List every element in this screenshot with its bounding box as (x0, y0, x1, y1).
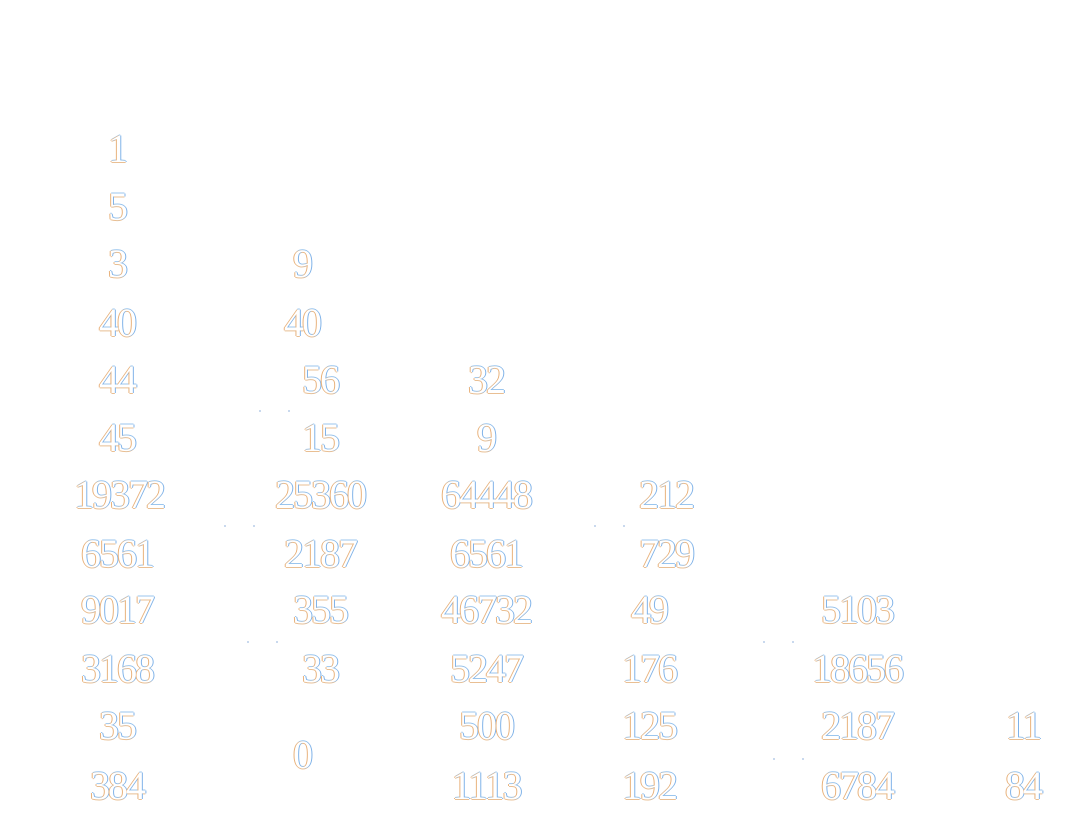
col-5-value-2: 18656 (812, 646, 904, 691)
separator-dot (247, 641, 249, 643)
col-5-value-3: 2187 (821, 703, 895, 748)
col-3-value-1: 32 (468, 357, 506, 402)
col-2-value-7: 355 (293, 587, 349, 632)
col-3-value-5: 46732 (441, 587, 533, 632)
col-1-value-10: 3168 (81, 646, 155, 691)
col-5-value-1: 5103 (821, 587, 895, 632)
col-1-value-7: 19372 (74, 472, 166, 517)
col-4-value-1: 212 (639, 472, 695, 517)
col-5-value-4: 6784 (821, 763, 895, 808)
col-3-value-3: 64448 (441, 472, 533, 517)
col-3-value-4: 6561 (450, 531, 524, 576)
separator-dot (623, 525, 625, 527)
col-4-value-2: 729 (639, 531, 695, 576)
col-1-value-1: 1 (108, 126, 128, 171)
col-1-value-12: 384 (90, 763, 146, 808)
number-canvas: 1 5 3 40 44 45 19372 6561 9017 3168 35 3… (0, 0, 1073, 825)
col-1-value-9: 9017 (81, 587, 155, 632)
col-1-value-5: 44 (99, 357, 137, 402)
col-6-value-1: 11 (1005, 703, 1042, 748)
col-1-value-8: 6561 (81, 531, 155, 576)
col-3-value-7: 500 (459, 703, 515, 748)
col-2-value-6: 2187 (284, 531, 358, 576)
col-2-value-4: 15 (302, 415, 340, 460)
col-4-value-5: 125 (622, 703, 678, 748)
col-1-value-6: 45 (99, 415, 137, 460)
col-1-value-3: 3 (108, 241, 128, 286)
separator-dot (259, 410, 261, 412)
col-6-value-2: 84 (1005, 763, 1043, 808)
col-4-value-6: 192 (622, 763, 678, 808)
col-2-value-2: 40 (284, 300, 322, 345)
col-2-value-8: 33 (302, 646, 340, 691)
separator-dot (792, 641, 794, 643)
col-2-value-1: 9 (293, 241, 313, 286)
col-1-value-2: 5 (108, 184, 128, 229)
col-1-value-4: 40 (99, 300, 137, 345)
col-3-value-8: 1113 (451, 763, 522, 808)
separator-dot (763, 641, 765, 643)
col-3-value-6: 5247 (450, 646, 524, 691)
separator-dot (276, 641, 278, 643)
separator-dot (802, 758, 804, 760)
col-2-value-9: 0 (293, 732, 313, 777)
col-1-value-11: 35 (99, 703, 137, 748)
separator-dot (224, 525, 226, 527)
col-4-value-4: 176 (622, 646, 678, 691)
col-2-value-5: 25360 (275, 472, 367, 517)
separator-dot (594, 525, 596, 527)
separator-dot (773, 758, 775, 760)
separator-dot (253, 525, 255, 527)
separator-dot (288, 410, 290, 412)
col-2-value-3: 56 (302, 357, 340, 402)
col-4-value-3: 49 (631, 587, 669, 632)
col-3-value-2: 9 (477, 415, 497, 460)
